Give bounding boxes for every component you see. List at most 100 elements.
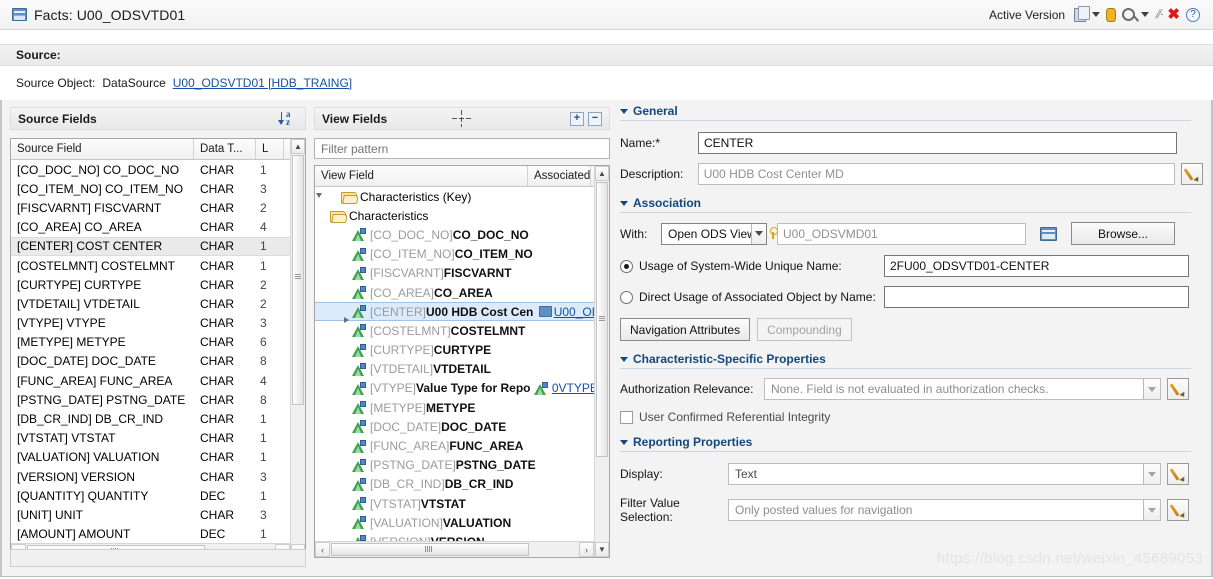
column-header-source-field[interactable]: Source Field [11, 139, 194, 159]
table-row[interactable]: [VTSTAT] VTSTAT CHAR 1 [11, 429, 305, 448]
browse-button[interactable]: Browse... [1071, 222, 1175, 245]
tree-field-row[interactable]: [CO_ITEM_NO] CO_ITEM_NO [315, 245, 609, 264]
description-input[interactable] [697, 163, 1175, 185]
referential-integrity-checkbox[interactable] [620, 410, 633, 424]
tree-field-row[interactable]: [VTSTAT] VTSTAT [315, 494, 609, 513]
table-row[interactable]: [PSTNG_DATE] PSTNG_DATE CHAR 8 [11, 390, 305, 409]
tree-field-label: METYPE [426, 400, 476, 415]
table-row[interactable]: [VALUATION] VALUATION CHAR 1 [11, 448, 305, 467]
table-row[interactable]: [QUANTITY] QUANTITY DEC 1 [11, 486, 305, 505]
usage-unique-radio[interactable] [620, 259, 633, 273]
chevron-down-icon-with[interactable] [750, 223, 766, 244]
help-icon[interactable]: ? [1186, 7, 1200, 22]
table-row[interactable]: [DOC_DATE] DOC_DATE CHAR 8 [11, 352, 305, 371]
chevron-down-icon-characteristic[interactable] [620, 356, 628, 362]
tree-field-row[interactable]: [FISCVARNT] FISCVARNT [315, 264, 609, 283]
database-icon-association[interactable] [1040, 226, 1057, 241]
chevron-down-icon-reporting[interactable] [620, 439, 628, 445]
pencil-icon-filter[interactable] [1167, 499, 1189, 521]
column-header-data-type[interactable]: Data T... [194, 139, 256, 159]
scroll-left-button[interactable]: ‹ [315, 542, 330, 557]
table-row[interactable]: [FISCVARNT] FISCVARNT CHAR 2 [11, 198, 305, 217]
chevron-down-icon-display[interactable] [1143, 464, 1160, 484]
tree-field-row[interactable]: [VTYPE] Value Type for Repo 0VTYPE [315, 379, 609, 398]
expand-all-icon[interactable]: + [570, 111, 584, 126]
association-section-header[interactable]: Association [620, 196, 1191, 213]
tree-folder-row[interactable]: Characteristics (Key) [315, 187, 609, 206]
pencil-icon-description[interactable] [1181, 163, 1203, 185]
tree-field-row[interactable]: [PSTNG_DATE] PSTNG_DATE [315, 456, 609, 475]
table-row[interactable]: [UNIT] UNIT CHAR 3 [11, 505, 305, 524]
authorization-relevance-select[interactable]: None. Field is not evaluated in authoriz… [764, 378, 1161, 400]
display-select[interactable]: Text [728, 463, 1161, 485]
tree-field-row[interactable]: [FUNC_AREA] FUNC_AREA [315, 436, 609, 455]
collapse-all-icon[interactable]: − [588, 111, 602, 126]
tree-field-row[interactable]: [CURTYPE] CURTYPE [315, 341, 609, 360]
direct-usage-radio[interactable] [620, 290, 633, 304]
source-panel-outer-hscrollbar[interactable] [10, 549, 306, 567]
table-row[interactable]: [VTYPE] VTYPE CHAR 3 [11, 314, 305, 333]
filter-pattern-input[interactable] [314, 138, 610, 159]
table-row[interactable]: [DB_CR_IND] DB_CR_IND CHAR 1 [11, 409, 305, 428]
table-row[interactable]: [CO_AREA] CO_AREA CHAR 4 [11, 218, 305, 237]
magnifier-icon[interactable] [1122, 8, 1136, 21]
column-header-associated[interactable]: Associated [528, 166, 591, 186]
table-row[interactable]: [AMOUNT] AMOUNT DEC 1 [11, 525, 305, 544]
history-icon[interactable]: ⫽⸱ [1155, 7, 1162, 22]
scroll-up-button[interactable]: ▲ [291, 139, 305, 154]
tree-field-row[interactable]: [CO_DOC_NO] CO_DOC_NO [315, 225, 609, 244]
tree-field-row[interactable]: [VALUATION] VALUATION [315, 513, 609, 532]
cylinder-icon[interactable] [1106, 7, 1117, 22]
chevron-down-icon-filter[interactable] [1143, 500, 1160, 520]
tree-field-row[interactable]: [DOC_DATE] DOC_DATE [315, 417, 609, 436]
filter-value-selection-select[interactable]: Only posted values for navigation [728, 499, 1161, 521]
table-row[interactable]: [CENTER] COST CENTER CHAR 1 [11, 236, 305, 256]
column-header-length[interactable]: L [256, 139, 284, 159]
chevron-down-icon-auth[interactable] [1143, 379, 1160, 399]
table-row[interactable]: [FUNC_AREA] FUNC_AREA CHAR 4 [11, 371, 305, 390]
delete-icon[interactable]: ✖ [1167, 7, 1180, 22]
name-input[interactable] [698, 132, 1177, 154]
chevron-down-icon-copy[interactable] [1092, 12, 1101, 17]
tree-field-row[interactable]: [DB_CR_IND] DB_CR_IND [315, 475, 609, 494]
tree-field-row[interactable]: [COSTELMNT] COSTELMNT [315, 321, 609, 340]
tree-field-row[interactable]: [VTDETAIL] VTDETAIL [315, 360, 609, 379]
pencil-icon-authorization[interactable] [1167, 378, 1189, 400]
table-row[interactable]: [VERSION] VERSION CHAR 3 [11, 467, 305, 486]
table-row[interactable]: [CO_DOC_NO] CO_DOC_NO CHAR 1 [11, 160, 305, 179]
vscroll-thumb[interactable] [292, 155, 304, 405]
chevron-down-icon-search[interactable] [1141, 12, 1150, 17]
scroll-up-button[interactable]: ▲ [595, 166, 609, 181]
reporting-section-header[interactable]: Reporting Properties [620, 435, 1191, 452]
table-row[interactable]: [VTDETAIL] VTDETAIL CHAR 2 [11, 294, 305, 313]
tree-folder-row[interactable]: Characteristics [315, 206, 609, 225]
chevron-down-icon-general[interactable] [620, 108, 628, 114]
source-object-link[interactable]: U00_ODSVTD01 [HDB_TRAING] [173, 76, 352, 90]
tree-associated-link[interactable]: 0VTYPE [552, 381, 598, 395]
tree-field-row[interactable]: [CENTER] U00 HDB Cost Cen U00_OD [315, 302, 609, 323]
table-row[interactable]: [CO_ITEM_NO] CO_ITEM_NO CHAR 3 [11, 179, 305, 198]
table-row[interactable]: [COSTELMNT] COSTELMNT CHAR 1 [11, 256, 305, 275]
tree-field-row[interactable]: [METYPE] METYPE [315, 398, 609, 417]
table-row[interactable]: [CURTYPE] CURTYPE CHAR 2 [11, 275, 305, 294]
sort-az-icon[interactable]: a z [278, 109, 298, 127]
pencil-icon-display[interactable] [1167, 463, 1189, 485]
navigation-attributes-button[interactable]: Navigation Attributes [620, 318, 751, 341]
column-header-view-field[interactable]: View Field [315, 166, 528, 186]
scroll-right-button[interactable]: › [579, 542, 594, 557]
characteristic-icon [533, 381, 548, 395]
direct-usage-input[interactable] [884, 286, 1189, 308]
characteristic-section-header[interactable]: Characteristic-Specific Properties [620, 352, 1191, 369]
general-section-header[interactable]: General [620, 104, 1191, 121]
usage-unique-input[interactable] [884, 255, 1189, 277]
chevron-down-icon-association[interactable] [620, 200, 628, 206]
view-fields-vscrollbar[interactable]: ▲ ▼ [594, 166, 609, 557]
association-with-select[interactable]: Open ODS View [661, 222, 767, 245]
table-row[interactable]: [METYPE] METYPE CHAR 6 [11, 333, 305, 352]
view-fields-hscrollbar[interactable]: ‹ › [315, 541, 594, 557]
tree-field-row[interactable]: [CO_AREA] CO_AREA [315, 283, 609, 302]
association-object-input[interactable] [777, 222, 1026, 245]
source-fields-vscrollbar[interactable]: ▲ ▼ [290, 139, 305, 559]
copy-icon[interactable] [1074, 5, 1091, 22]
scroll-down-button[interactable]: ▼ [595, 542, 609, 557]
